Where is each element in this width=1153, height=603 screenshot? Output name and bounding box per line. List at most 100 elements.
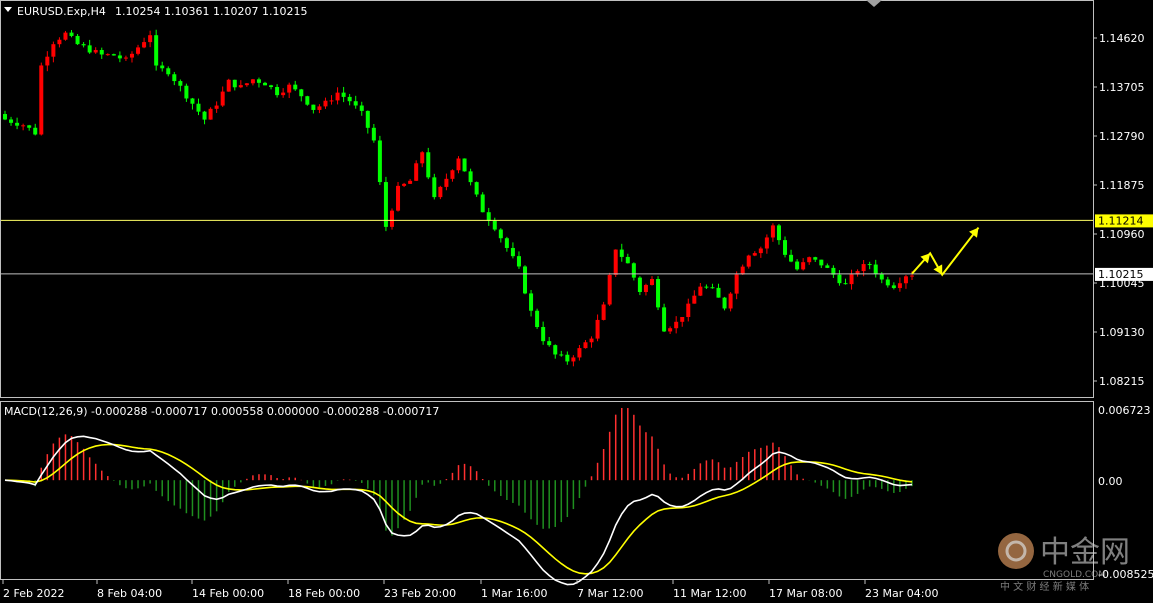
candle-body — [33, 127, 38, 135]
candle-body — [462, 158, 467, 172]
candle-body — [589, 338, 594, 343]
candle-body — [190, 98, 195, 104]
candle-body — [625, 256, 630, 264]
candle-body — [879, 274, 884, 280]
candle-body — [523, 266, 528, 294]
candle-body — [668, 328, 673, 332]
candle-body — [305, 96, 310, 105]
candle-body — [263, 82, 268, 86]
candle-body — [510, 247, 515, 257]
candle-body — [39, 65, 44, 135]
candle-body — [293, 84, 298, 90]
candle-body — [359, 105, 364, 111]
time-tick-label: 14 Feb 00:00 — [192, 587, 264, 600]
candle-body — [758, 248, 763, 254]
candle-body — [613, 249, 618, 275]
candle-body — [335, 92, 340, 101]
candle-body — [178, 81, 183, 86]
candle-body — [196, 103, 201, 112]
candle-body — [504, 238, 509, 248]
candle-body — [789, 254, 794, 262]
candle-body — [341, 92, 346, 97]
candle-body — [250, 79, 255, 84]
candle-body — [619, 249, 624, 257]
candle-body — [123, 57, 128, 59]
candle-body — [238, 85, 243, 88]
price-tick-label: 1.14620 — [1099, 32, 1145, 45]
price-tick-label: 1.13705 — [1099, 81, 1145, 94]
candle-body — [662, 307, 667, 332]
candle-body — [3, 114, 7, 120]
candle-body — [486, 212, 491, 221]
candle-body — [565, 354, 570, 362]
candle-body — [256, 79, 261, 83]
time-tick-label: 1 Mar 16:00 — [481, 587, 547, 600]
candle-body — [819, 259, 824, 266]
macd-label: MACD(12,26,9) -0.000288 -0.000717 0.0005… — [4, 405, 439, 418]
candle-body — [148, 35, 153, 43]
candle-body — [601, 304, 606, 320]
candle-body — [752, 253, 757, 256]
candle-body — [432, 177, 437, 198]
candle-body — [87, 45, 92, 53]
candle-body — [680, 317, 685, 322]
candle-body — [172, 74, 177, 82]
symbol-timeframe: EURUSD.Exp,H4 — [17, 5, 106, 18]
candle-body — [214, 105, 219, 109]
candle-body — [456, 158, 461, 171]
candle-body — [867, 264, 872, 266]
candle-body — [275, 87, 280, 96]
candle-body — [801, 262, 806, 270]
candle-body — [142, 42, 147, 48]
candle-body — [317, 106, 322, 110]
candle-body — [480, 194, 485, 213]
candle-body — [129, 53, 134, 58]
candle-body — [323, 100, 328, 107]
candle-body — [311, 104, 316, 110]
candle-body — [698, 286, 703, 296]
candle-body — [516, 256, 521, 267]
candle-body — [553, 345, 558, 355]
candle-body — [692, 295, 697, 304]
macd-panel[interactable]: MACD(12,26,9) -0.000288 -0.000717 0.0005… — [0, 401, 1094, 586]
candle-body — [105, 54, 110, 56]
svg-text:1.11214: 1.11214 — [1098, 214, 1144, 227]
cngold-watermark: 中金网 CNGOLD.COM 中 文 财 经 新 媒 体 — [998, 533, 1130, 593]
candle-body — [734, 274, 739, 294]
candle-body — [160, 65, 165, 69]
time-tick-label: 23 Feb 20:00 — [384, 587, 456, 600]
candle-body — [329, 100, 334, 102]
price-axis: 1.146201.137051.127901.118751.109601.100… — [1093, 32, 1145, 388]
chart-window[interactable]: EURUSD.Exp,H4 1.10254 1.10361 1.10207 1.… — [0, 0, 1153, 603]
candle-body — [474, 182, 479, 195]
candle-body — [444, 178, 449, 187]
macd-axis-zero: 0.00 — [1098, 475, 1123, 488]
candle-body — [220, 91, 225, 106]
candle-body — [136, 47, 141, 54]
candle-body — [891, 285, 896, 289]
candle-body — [51, 44, 56, 57]
time-tick-label: 8 Feb 04:00 — [97, 587, 162, 600]
candle-body — [244, 83, 249, 86]
candle-body — [746, 255, 751, 267]
candle-body — [57, 39, 62, 45]
candle-body — [656, 279, 661, 308]
candle-body — [426, 152, 431, 178]
current-price-badge: 1.10215 — [1095, 267, 1153, 281]
candle-body — [208, 108, 213, 120]
candle-body — [438, 186, 443, 198]
time-tick-label: 23 Mar 04:00 — [865, 587, 938, 600]
candle-body — [843, 283, 848, 285]
candle-body — [299, 89, 304, 97]
candle-body — [468, 171, 473, 183]
price-panel[interactable] — [0, 0, 1094, 398]
candle-body — [861, 264, 866, 272]
candle-body — [75, 35, 80, 45]
candle-body — [111, 54, 116, 56]
watermark-brand: 中金网 — [1040, 535, 1130, 570]
candle-body — [571, 357, 576, 362]
candle-body — [764, 237, 769, 249]
candle-body — [281, 92, 286, 96]
candle-body — [232, 79, 237, 88]
price-tick-label: 1.08215 — [1099, 375, 1145, 388]
